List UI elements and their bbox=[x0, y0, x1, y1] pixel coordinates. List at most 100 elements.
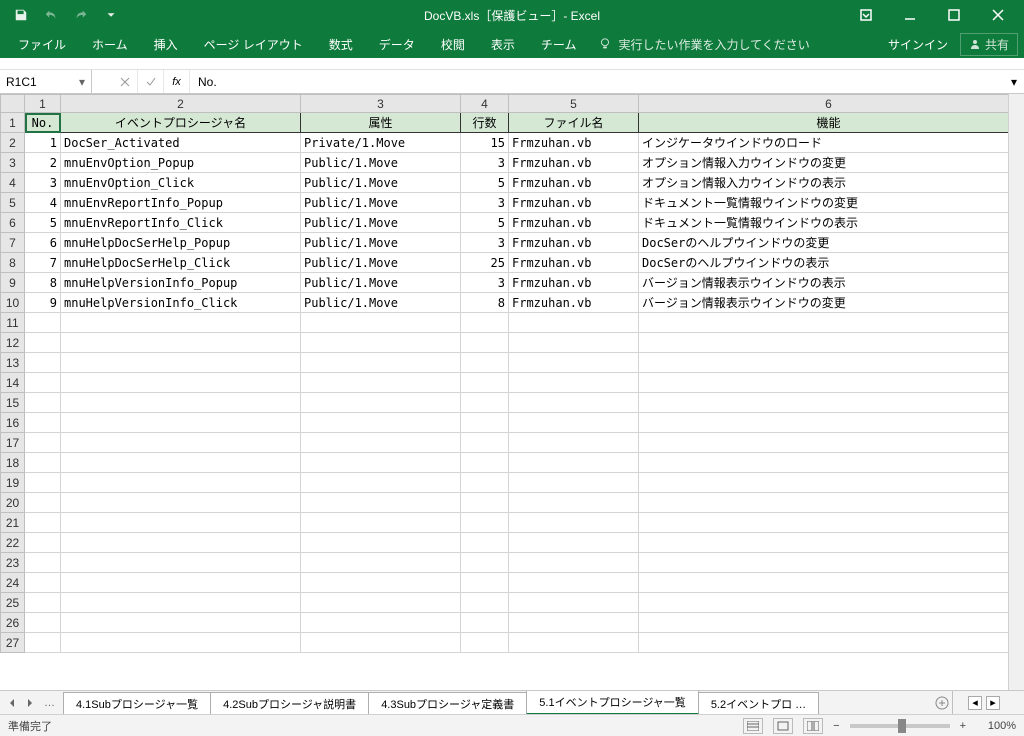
row-header[interactable]: 15 bbox=[1, 393, 25, 413]
cell[interactable] bbox=[301, 473, 461, 493]
cell[interactable] bbox=[461, 433, 509, 453]
tab-file[interactable]: ファイル bbox=[6, 32, 78, 57]
cell[interactable] bbox=[25, 333, 61, 353]
row-header[interactable]: 21 bbox=[1, 513, 25, 533]
cell[interactable] bbox=[639, 413, 1009, 433]
header-cell[interactable]: No. bbox=[25, 113, 61, 133]
cell[interactable] bbox=[509, 493, 639, 513]
minimize-button[interactable] bbox=[892, 3, 928, 27]
cell[interactable]: mnuHelpDocSerHelp_Click bbox=[61, 253, 301, 273]
header-cell[interactable]: ファイル名 bbox=[509, 113, 639, 133]
header-cell[interactable]: イベントプロシージャ名 bbox=[61, 113, 301, 133]
cell[interactable]: 3 bbox=[461, 193, 509, 213]
cell[interactable] bbox=[25, 353, 61, 373]
column-header[interactable]: 6 bbox=[639, 95, 1009, 113]
row-header[interactable]: 1 bbox=[1, 113, 25, 133]
column-header[interactable]: 2 bbox=[61, 95, 301, 113]
cell[interactable] bbox=[25, 533, 61, 553]
cell[interactable] bbox=[301, 333, 461, 353]
cell[interactable] bbox=[509, 633, 639, 653]
cell[interactable]: バージョン情報表示ウインドウの表示 bbox=[639, 273, 1009, 293]
cell[interactable] bbox=[509, 333, 639, 353]
row-header[interactable]: 9 bbox=[1, 273, 25, 293]
row-header[interactable]: 20 bbox=[1, 493, 25, 513]
cancel-button[interactable] bbox=[112, 70, 138, 93]
cell[interactable] bbox=[639, 613, 1009, 633]
cell[interactable]: mnuEnvReportInfo_Click bbox=[61, 213, 301, 233]
cell[interactable] bbox=[509, 313, 639, 333]
row-header[interactable]: 8 bbox=[1, 253, 25, 273]
cell[interactable]: 9 bbox=[25, 293, 61, 313]
cell[interactable] bbox=[509, 553, 639, 573]
cell[interactable] bbox=[25, 593, 61, 613]
cell[interactable]: Public/1.Move bbox=[301, 213, 461, 233]
cell[interactable] bbox=[639, 433, 1009, 453]
cell[interactable]: 3 bbox=[461, 233, 509, 253]
cell[interactable] bbox=[25, 453, 61, 473]
cell[interactable] bbox=[461, 353, 509, 373]
row-header[interactable]: 7 bbox=[1, 233, 25, 253]
cell[interactable] bbox=[461, 393, 509, 413]
cell[interactable]: DocSerのヘルプウインドウの変更 bbox=[639, 233, 1009, 253]
cell[interactable]: 5 bbox=[25, 213, 61, 233]
cell[interactable] bbox=[639, 353, 1009, 373]
cell[interactable] bbox=[639, 473, 1009, 493]
tab-page-layout[interactable]: ページ レイアウト bbox=[192, 32, 315, 57]
cell[interactable] bbox=[509, 533, 639, 553]
cell[interactable] bbox=[25, 433, 61, 453]
grid[interactable]: 1234561No.イベントプロシージャ名属性行数ファイル名機能21DocSer… bbox=[0, 94, 1008, 690]
column-header[interactable]: 5 bbox=[509, 95, 639, 113]
cell[interactable] bbox=[461, 473, 509, 493]
cell[interactable] bbox=[301, 553, 461, 573]
tab-formulas[interactable]: 数式 bbox=[317, 32, 365, 57]
cell[interactable]: 5 bbox=[461, 213, 509, 233]
cell[interactable]: 1 bbox=[25, 133, 61, 153]
sheet-tab[interactable]: 4.1Subプロシージャ一覧 bbox=[63, 692, 211, 714]
cell[interactable] bbox=[639, 373, 1009, 393]
cell[interactable] bbox=[301, 413, 461, 433]
cell[interactable] bbox=[61, 333, 301, 353]
cell[interactable] bbox=[61, 493, 301, 513]
cell[interactable] bbox=[301, 493, 461, 513]
cell[interactable] bbox=[639, 593, 1009, 613]
zoom-percent[interactable]: 100% bbox=[976, 720, 1016, 732]
row-header[interactable]: 16 bbox=[1, 413, 25, 433]
row-header[interactable]: 10 bbox=[1, 293, 25, 313]
cell[interactable] bbox=[461, 453, 509, 473]
cell[interactable] bbox=[301, 593, 461, 613]
header-cell[interactable]: 機能 bbox=[639, 113, 1009, 133]
cell[interactable] bbox=[301, 353, 461, 373]
cell[interactable]: Frmzuhan.vb bbox=[509, 253, 639, 273]
cell[interactable] bbox=[509, 373, 639, 393]
cell[interactable] bbox=[461, 613, 509, 633]
row-header[interactable]: 5 bbox=[1, 193, 25, 213]
cell[interactable]: 4 bbox=[25, 193, 61, 213]
row-header[interactable]: 25 bbox=[1, 593, 25, 613]
row-header[interactable]: 19 bbox=[1, 473, 25, 493]
cell[interactable]: オプション情報入力ウインドウの変更 bbox=[639, 153, 1009, 173]
cell[interactable] bbox=[461, 313, 509, 333]
row-header[interactable]: 13 bbox=[1, 353, 25, 373]
cell[interactable]: ドキュメント一覧情報ウインドウの表示 bbox=[639, 213, 1009, 233]
cell[interactable] bbox=[61, 573, 301, 593]
cell[interactable]: Frmzuhan.vb bbox=[509, 293, 639, 313]
cell[interactable] bbox=[301, 393, 461, 413]
cell[interactable] bbox=[25, 413, 61, 433]
page-break-view-button[interactable] bbox=[803, 718, 823, 734]
header-cell[interactable]: 行数 bbox=[461, 113, 509, 133]
cell[interactable]: Frmzuhan.vb bbox=[509, 233, 639, 253]
close-button[interactable] bbox=[980, 3, 1016, 27]
cell[interactable] bbox=[61, 513, 301, 533]
cell[interactable] bbox=[509, 613, 639, 633]
cell[interactable]: DocSer_Activated bbox=[61, 133, 301, 153]
cell[interactable]: 7 bbox=[25, 253, 61, 273]
cell[interactable] bbox=[461, 593, 509, 613]
row-header[interactable]: 18 bbox=[1, 453, 25, 473]
signin-link[interactable]: サインイン bbox=[888, 36, 948, 53]
cell[interactable] bbox=[509, 473, 639, 493]
cell[interactable]: 6 bbox=[25, 233, 61, 253]
cell[interactable] bbox=[61, 433, 301, 453]
cell[interactable] bbox=[61, 633, 301, 653]
cell[interactable]: オプション情報入力ウインドウの表示 bbox=[639, 173, 1009, 193]
expand-formula-bar-button[interactable]: ▾ bbox=[1004, 75, 1024, 89]
